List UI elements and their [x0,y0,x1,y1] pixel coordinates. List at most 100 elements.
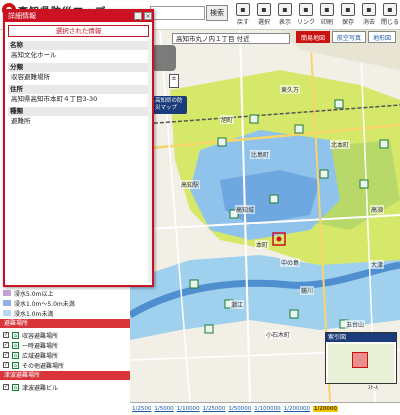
scale-option[interactable]: 1/2500 [132,406,151,412]
search-input[interactable] [150,6,205,20]
flood-legend-row: 浸水1.0m未満 [3,308,53,318]
tool-label: 閉じる [380,19,399,26]
tool-button-5[interactable]: ▪ 保存 [337,3,359,27]
tool-label: 保存 [341,19,354,26]
legend-label: 浸水5.0m以上 [14,290,54,298]
layer-checkbox[interactable]: ✓ [3,384,9,390]
shelter-layer-row[interactable]: ✓ ⌂ 津波避難ビル [3,382,58,392]
print-icon: ▪ [320,3,334,16]
shelter-icon: ⌂ [12,341,19,349]
tool-button-6[interactable]: ▪ 消去 [358,3,380,27]
layer-checkbox[interactable]: ✓ [3,342,9,348]
shelter-icon: ⌂ [12,351,19,359]
scale-option[interactable]: 1/20000 [313,406,338,412]
map-place-label: 東久万 [280,85,301,94]
map-place-label: 旭町 [220,115,235,124]
grid-icon: ▪ [278,3,292,16]
field-label: 種類 [8,107,149,116]
map-place-label: 高須 [370,205,385,214]
scale-option[interactable]: 1/25000 [203,406,226,412]
tool-label: 表示 [278,19,291,26]
scale-option[interactable]: 1/50000 [228,406,251,412]
map-place-label: 小石木町 [265,330,292,339]
pan-control[interactable] [152,45,176,71]
detail-popup: 詳細情報 _ × 選択された情報 名称 高知文化ホール 分類 収容避難場所 住所 高知県高… [3,9,154,287]
legend-label: 浸水1.0m～5.0m未満 [14,300,75,308]
tab-simple-map[interactable]: 簡易地図 [296,31,331,43]
map-place-label: 比島町 [250,150,271,159]
scale-label: ｽｹｰﾙ [368,385,379,391]
map-place-label: 鏡川 [300,286,315,295]
popup-subtitle: 選択された情報 [8,25,149,37]
map-place-label: 大津 [370,260,385,269]
minimize-icon[interactable]: _ [134,12,142,20]
flood-legend-row: 浸水1.0m～5.0m未満 [3,298,75,308]
tool-button-3[interactable]: ▪ リンク [295,3,317,27]
refresh-icon: ▪ [236,3,250,16]
zoom-control[interactable]: ± [169,74,179,88]
tool-button-4[interactable]: ▪ 印刷 [316,3,338,27]
field-value: 避難所 [11,117,31,125]
link-icon: ▪ [299,3,313,16]
layer-label: 広域避難場所 [22,352,59,360]
shelter-icon: ⌂ [12,361,19,369]
field-value: 高知文化ホール [11,51,57,59]
tab-topographic[interactable]: 地形図 [368,31,397,43]
field-label: 住所 [8,85,149,94]
logout-icon: ▪ [383,3,397,16]
map-place-label: 潮江 [230,300,245,309]
tool-button-1[interactable]: ▪ 選択 [253,3,275,27]
layer-checkbox[interactable]: ✓ [3,362,9,368]
tool-button-2[interactable]: ▪ 表示 [274,3,296,27]
popup-title: 詳細情報 [5,11,152,22]
scale-option[interactable]: 1/200000 [284,406,310,412]
prefecture-map-link[interactable]: 高知県の防災マップ [153,96,187,114]
field-label: 分類 [8,63,149,72]
shelter-layer-row[interactable]: ✓ ⌂ 一時避難場所 [3,340,58,350]
tool-label: 選択 [257,19,270,26]
legend-label: 浸水1.0m未満 [14,310,54,318]
minimap-title: 索引図 [326,333,396,342]
tool-label: リンク [296,19,315,26]
popup-body: 名称 高知文化ホール 分類 収容避難場所 住所 高知県高知市本町４丁目3-30 種類 避難所 [8,39,149,283]
shelter-layer-row[interactable]: ✓ ⌂ 広域避難場所 [3,350,58,360]
map-place-label: 中の島 [280,258,301,267]
category-header[interactable]: 避難場所 [0,319,130,328]
shelter-layer-row[interactable]: ✓ ⌂ その他避難場所 [3,360,64,370]
minimap-body [328,344,394,383]
category-header[interactable]: 津波避難場所 [0,371,130,380]
overview-minimap[interactable]: 索引図 [325,332,397,384]
tool-button-0[interactable]: ▪ 戻す [232,3,254,27]
scale-option[interactable]: 1/10000 [177,406,200,412]
minimap-focus-box[interactable] [352,352,368,368]
color-swatch [3,290,11,296]
layer-label: その他避難場所 [22,362,65,370]
shelter-icon: ⌂ [12,383,19,391]
address-bar: 高知市丸ノ内１丁目 付近 [172,33,290,44]
map-type-tabs: 簡易地図 航空写真 地形図 [296,31,397,43]
scale-bar: 1/2500 1/5000 1/10000 1/25000 1/50000 1/10000… [130,402,400,415]
save-icon: ▪ [341,3,355,16]
shelter-icon: ⌂ [12,331,19,339]
tool-label: 印刷 [320,19,333,26]
shelter-layer-row[interactable]: ✓ ⌂ 収容避難場所 [3,330,58,340]
layer-checkbox[interactable]: ✓ [3,352,9,358]
tool-label: 消去 [362,19,375,26]
map-place-label: 北本町 [330,140,351,149]
layer-checkbox[interactable]: ✓ [3,332,9,338]
select-icon: ▪ [257,3,271,16]
close-icon[interactable]: × [144,12,152,20]
tab-aerial-photo[interactable]: 航空写真 [332,31,367,43]
tool-button-7[interactable]: ▪ 閉じる [379,3,400,27]
field-value: 高知県高知市本町４丁目3-30 [11,95,98,103]
layer-label: 津波避難ビル [22,384,59,392]
flood-legend-row: 浸水5.0m以上 [3,288,53,298]
tool-label: 戻す [236,19,249,26]
search-button[interactable]: 検索 [206,5,228,21]
scale-option[interactable]: 1/5000 [154,406,173,412]
map-place-label: 五台山 [345,320,366,329]
popup-scrollbar[interactable] [148,39,152,283]
app-window: 鏡川 高知駅 本町 高知城 中の島 小石木町 高須 北本町 比島町 東久万 旭町 潮江 大津 五台山 高知… [0,0,400,415]
scale-option[interactable]: 1/100000 [254,406,280,412]
layer-label: 一時避難場所 [22,342,59,350]
